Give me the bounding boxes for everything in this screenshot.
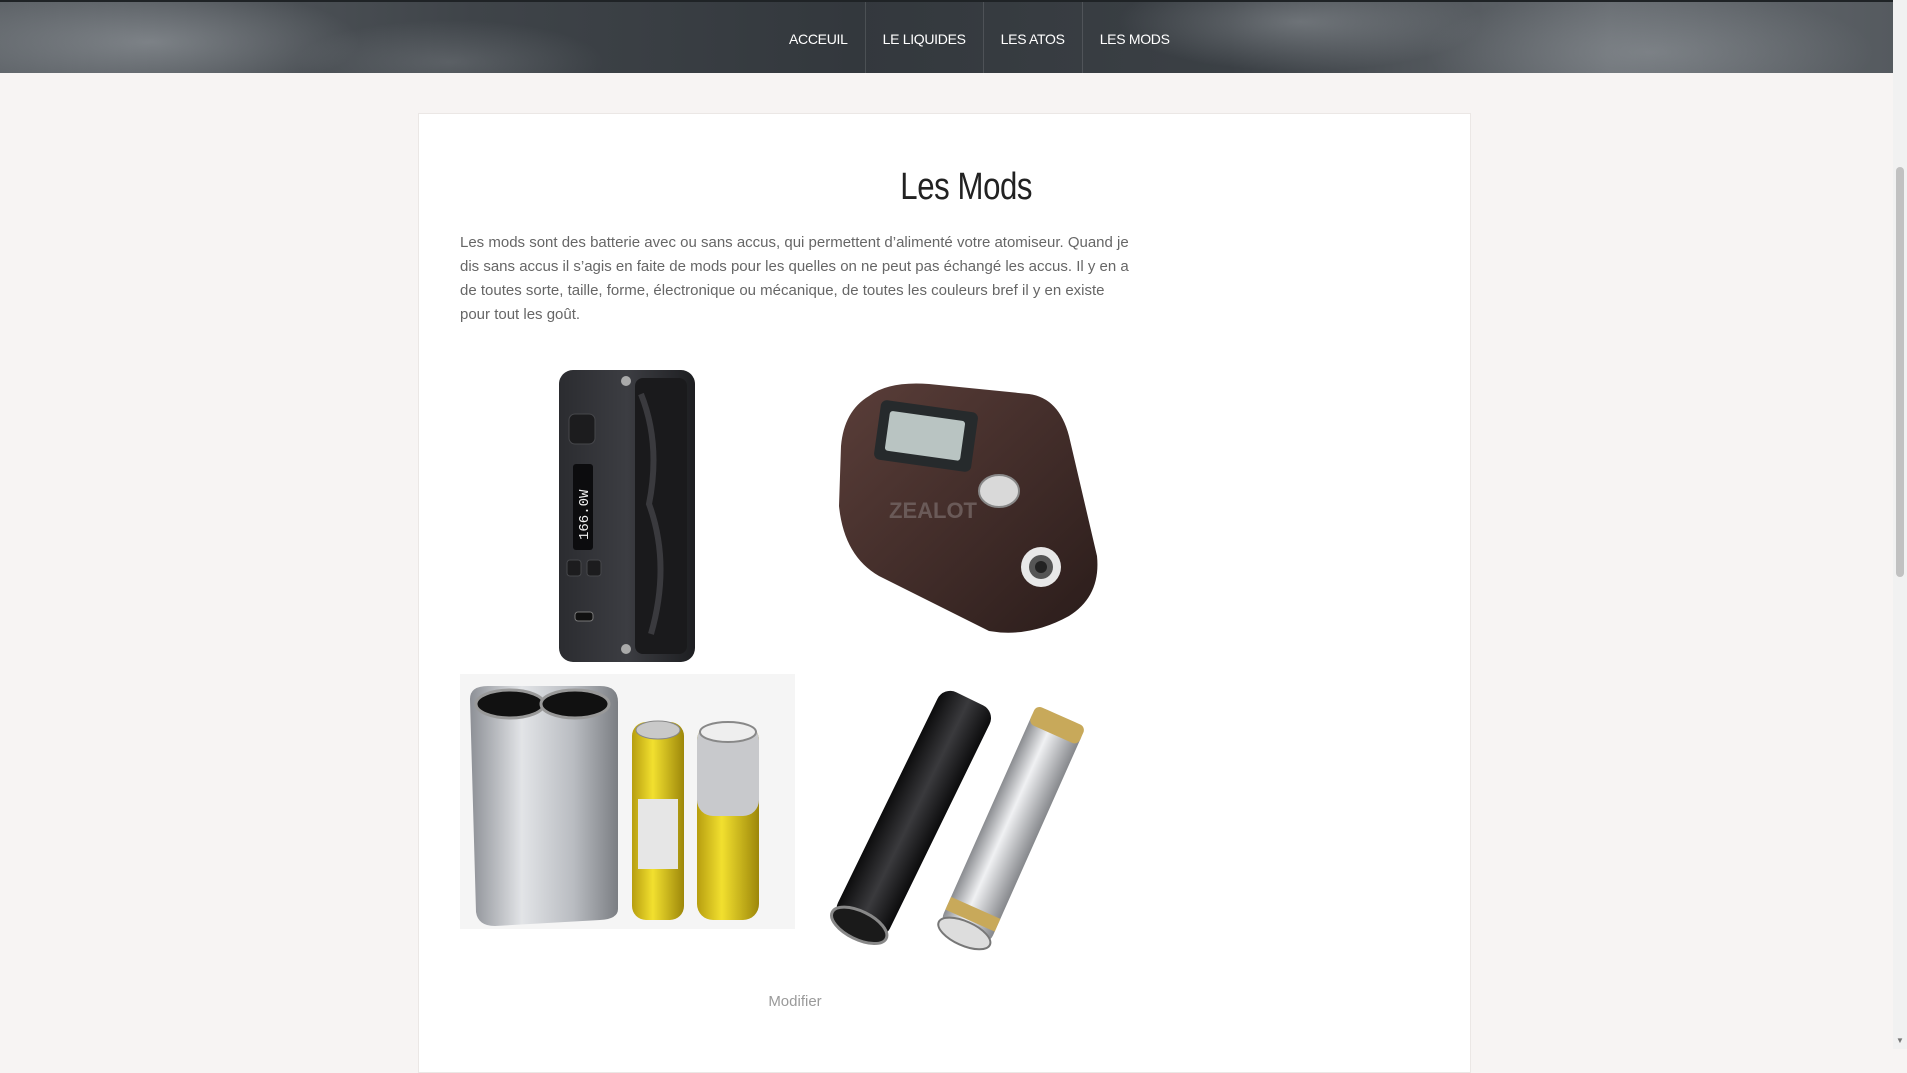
nav-item-liquides[interactable]: LE LIQUIDES xyxy=(866,2,984,75)
scrollbar-thumb[interactable] xyxy=(1896,167,1904,577)
nav-item-mods[interactable]: LES MODS xyxy=(1083,2,1187,75)
intro-paragraph: Les mods sont des batterie avec ou sans … xyxy=(460,234,1129,323)
silver-mod-batteries-image[interactable] xyxy=(460,674,795,929)
nav-item-atos[interactable]: LES ATOS xyxy=(984,2,1083,75)
scrollbar[interactable]: ▼ xyxy=(1893,0,1907,1049)
site-header: ACCEUIL LE LIQUIDES LES ATOS LES MODS xyxy=(0,0,1893,75)
brown-mod-brand-text: ZEALOT xyxy=(889,498,978,523)
article-card: Les Mods Les mods sont des batterie avec… xyxy=(418,113,1471,1073)
edit-link[interactable]: Modifier xyxy=(419,993,1171,1010)
scroll-down-icon[interactable]: ▼ xyxy=(1896,1036,1904,1045)
nav-item-accueil[interactable]: ACCEUIL xyxy=(772,2,866,75)
main-nav: ACCEUIL LE LIQUIDES LES ATOS LES MODS xyxy=(772,2,1187,75)
box-mod-image[interactable]: 166.0W xyxy=(551,364,701,674)
box-mod-screen-text: 166.0W xyxy=(577,489,593,540)
tube-mods-image[interactable] xyxy=(811,676,1111,971)
brown-mod-image[interactable]: ZEALOT xyxy=(829,376,1099,641)
page-title: Les Mods xyxy=(900,166,1033,208)
